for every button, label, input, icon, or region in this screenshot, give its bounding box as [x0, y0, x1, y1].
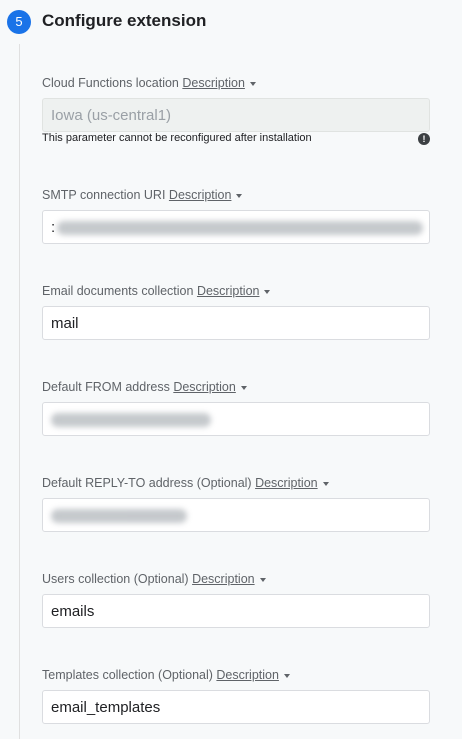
- step-header: 5 Configure extension: [0, 0, 462, 44]
- redacted-value: [57, 221, 423, 235]
- step-number-badge: 5: [7, 10, 31, 34]
- chevron-down-icon[interactable]: [236, 193, 243, 198]
- location-select: Iowa (us-central1): [42, 98, 430, 132]
- field-label: Users collection (Optional) Description: [42, 570, 432, 588]
- chevron-down-icon[interactable]: [249, 81, 256, 86]
- description-link[interactable]: Description: [192, 572, 255, 586]
- field-label: Email documents collection Description: [42, 282, 432, 300]
- field-label: SMTP connection URI Description: [42, 186, 432, 204]
- field-label: Default REPLY-TO address (Optional) Desc…: [42, 474, 432, 492]
- chevron-down-icon[interactable]: [240, 385, 247, 390]
- description-link[interactable]: Description: [255, 476, 318, 490]
- redacted-value: [51, 413, 211, 427]
- field-label: Cloud Functions location Description: [42, 74, 432, 92]
- email-collection-input[interactable]: mail: [42, 306, 430, 340]
- field-email-documents-collection: Email documents collection Description m…: [42, 282, 432, 340]
- step-connector-line: [19, 44, 20, 739]
- field-default-from-address: Default FROM address Description: [42, 378, 432, 436]
- redacted-value: [51, 509, 187, 523]
- chevron-down-icon[interactable]: [264, 289, 271, 294]
- chevron-down-icon[interactable]: [283, 673, 290, 678]
- users-collection-input[interactable]: emails: [42, 594, 430, 628]
- field-note: This parameter cannot be reconfigured af…: [42, 132, 312, 144]
- field-templates-collection: Templates collection (Optional) Descript…: [42, 666, 432, 724]
- field-cloud-functions-location: Cloud Functions location Description Iow…: [42, 74, 432, 145]
- reply-to-address-input[interactable]: [42, 498, 430, 532]
- templates-collection-input[interactable]: email_templates: [42, 690, 430, 724]
- description-link[interactable]: Description: [197, 284, 260, 298]
- chevron-down-icon[interactable]: [259, 577, 266, 582]
- description-link[interactable]: Description: [169, 188, 232, 202]
- field-users-collection: Users collection (Optional) Description …: [42, 570, 432, 628]
- step-title: Configure extension: [42, 11, 207, 30]
- field-label: Templates collection (Optional) Descript…: [42, 666, 432, 684]
- input-value: :: [51, 219, 56, 236]
- description-link[interactable]: Description: [173, 380, 236, 394]
- info-icon[interactable]: !: [418, 133, 430, 145]
- description-link[interactable]: Description: [216, 668, 279, 682]
- field-label: Default FROM address Description: [42, 378, 432, 396]
- from-address-input[interactable]: [42, 402, 430, 436]
- chevron-down-icon[interactable]: [322, 481, 329, 486]
- smtp-uri-input[interactable]: :: [42, 210, 430, 244]
- field-default-reply-to-address: Default REPLY-TO address (Optional) Desc…: [42, 474, 432, 532]
- description-link[interactable]: Description: [182, 76, 245, 90]
- field-smtp-connection-uri: SMTP connection URI Description :: [42, 186, 432, 244]
